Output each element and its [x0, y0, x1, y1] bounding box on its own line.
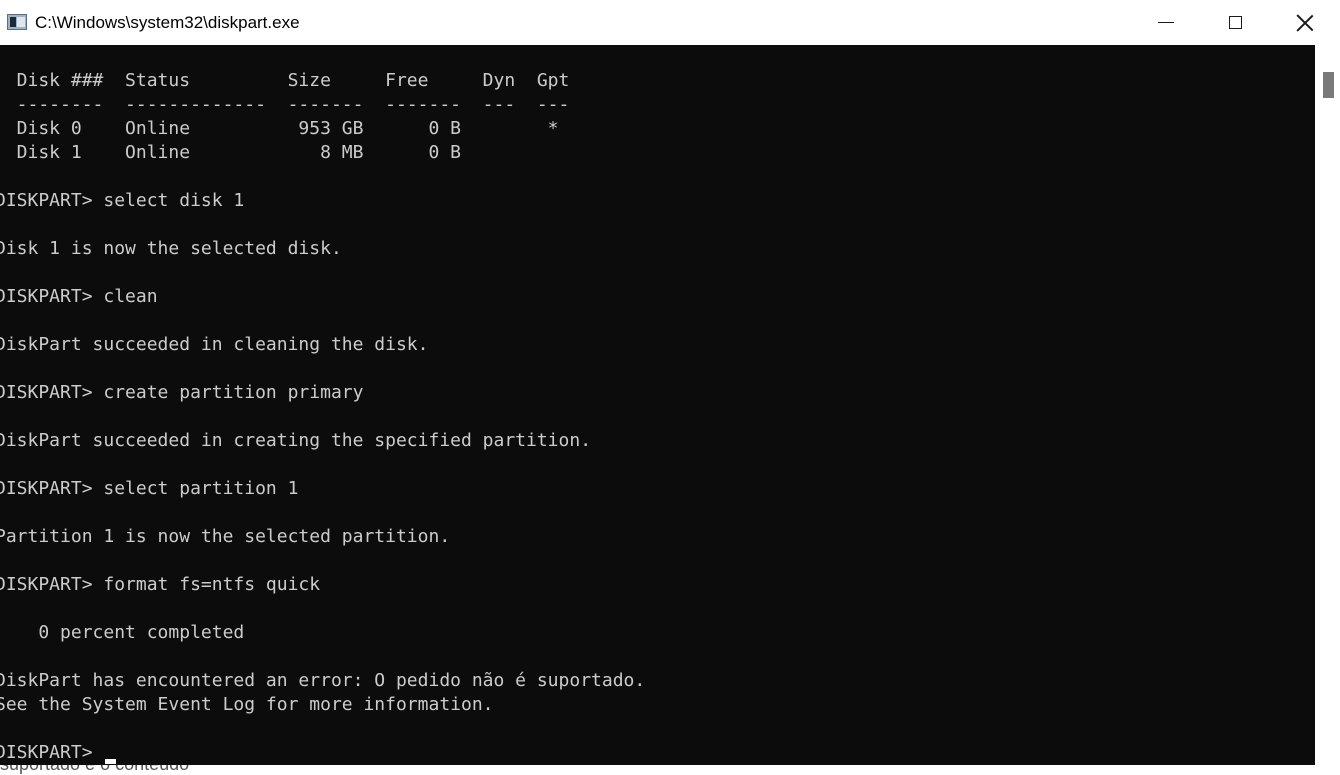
window-title: C:\Windows\system32\diskpart.exe [35, 13, 300, 32]
console-line: Disk 1 Online 8 MB 0 B [0, 142, 461, 163]
console-line: DISKPART> [0, 742, 104, 763]
close-button[interactable] [1282, 0, 1328, 45]
minimize-icon [1158, 22, 1174, 23]
console-line: DISKPART> select disk 1 [0, 190, 245, 211]
console-line: Partition 1 is now the selected partitio… [0, 526, 451, 547]
console-output[interactable]: Disk ### Status Size Free Dyn Gpt ------… [0, 45, 1315, 765]
background-window-text: suportado e o conteúdo [0, 765, 189, 775]
minimize-button[interactable] [1143, 0, 1189, 45]
vertical-scrollbar[interactable] [1315, 45, 1340, 765]
title-bar[interactable]: C:\Windows\system32\diskpart.exe [0, 0, 1340, 45]
console-line: DISKPART> create partition primary [0, 382, 364, 403]
console-line: DISKPART> format fs=ntfs quick [0, 574, 321, 595]
console-line: DISKPART> clean [0, 286, 158, 307]
background-window-strip: suportado e o conteúdo [0, 765, 1340, 775]
console-line: DiskPart has encountered an error: O ped… [0, 670, 646, 691]
console-line: Disk 0 Online 953 GB 0 B * [0, 118, 559, 139]
console-line: Disk ### Status Size Free Dyn Gpt [0, 70, 570, 91]
text-cursor [105, 759, 116, 764]
console-line: See the System Event Log for more inform… [0, 694, 494, 715]
console-line: -------- ------------- ------- ------- -… [0, 94, 570, 115]
console-app-icon[interactable] [7, 14, 27, 30]
console-line: Disk 1 is now the selected disk. [0, 238, 342, 259]
close-icon [1296, 14, 1314, 32]
scrollbar-thumb[interactable] [1323, 72, 1334, 98]
maximize-button[interactable] [1212, 0, 1258, 45]
console-line: DISKPART> select partition 1 [0, 478, 299, 499]
console-line: 0 percent completed [0, 622, 245, 643]
maximize-icon [1228, 16, 1242, 29]
console-line: DiskPart succeeded in creating the speci… [0, 430, 592, 451]
diskpart-console-window: C:\Windows\system32\diskpart.exe Disk ##… [0, 0, 1340, 775]
console-line: DiskPart succeeded in cleaning the disk. [0, 334, 429, 355]
console-lines: Disk ### Status Size Free Dyn Gpt ------… [0, 69, 645, 765]
